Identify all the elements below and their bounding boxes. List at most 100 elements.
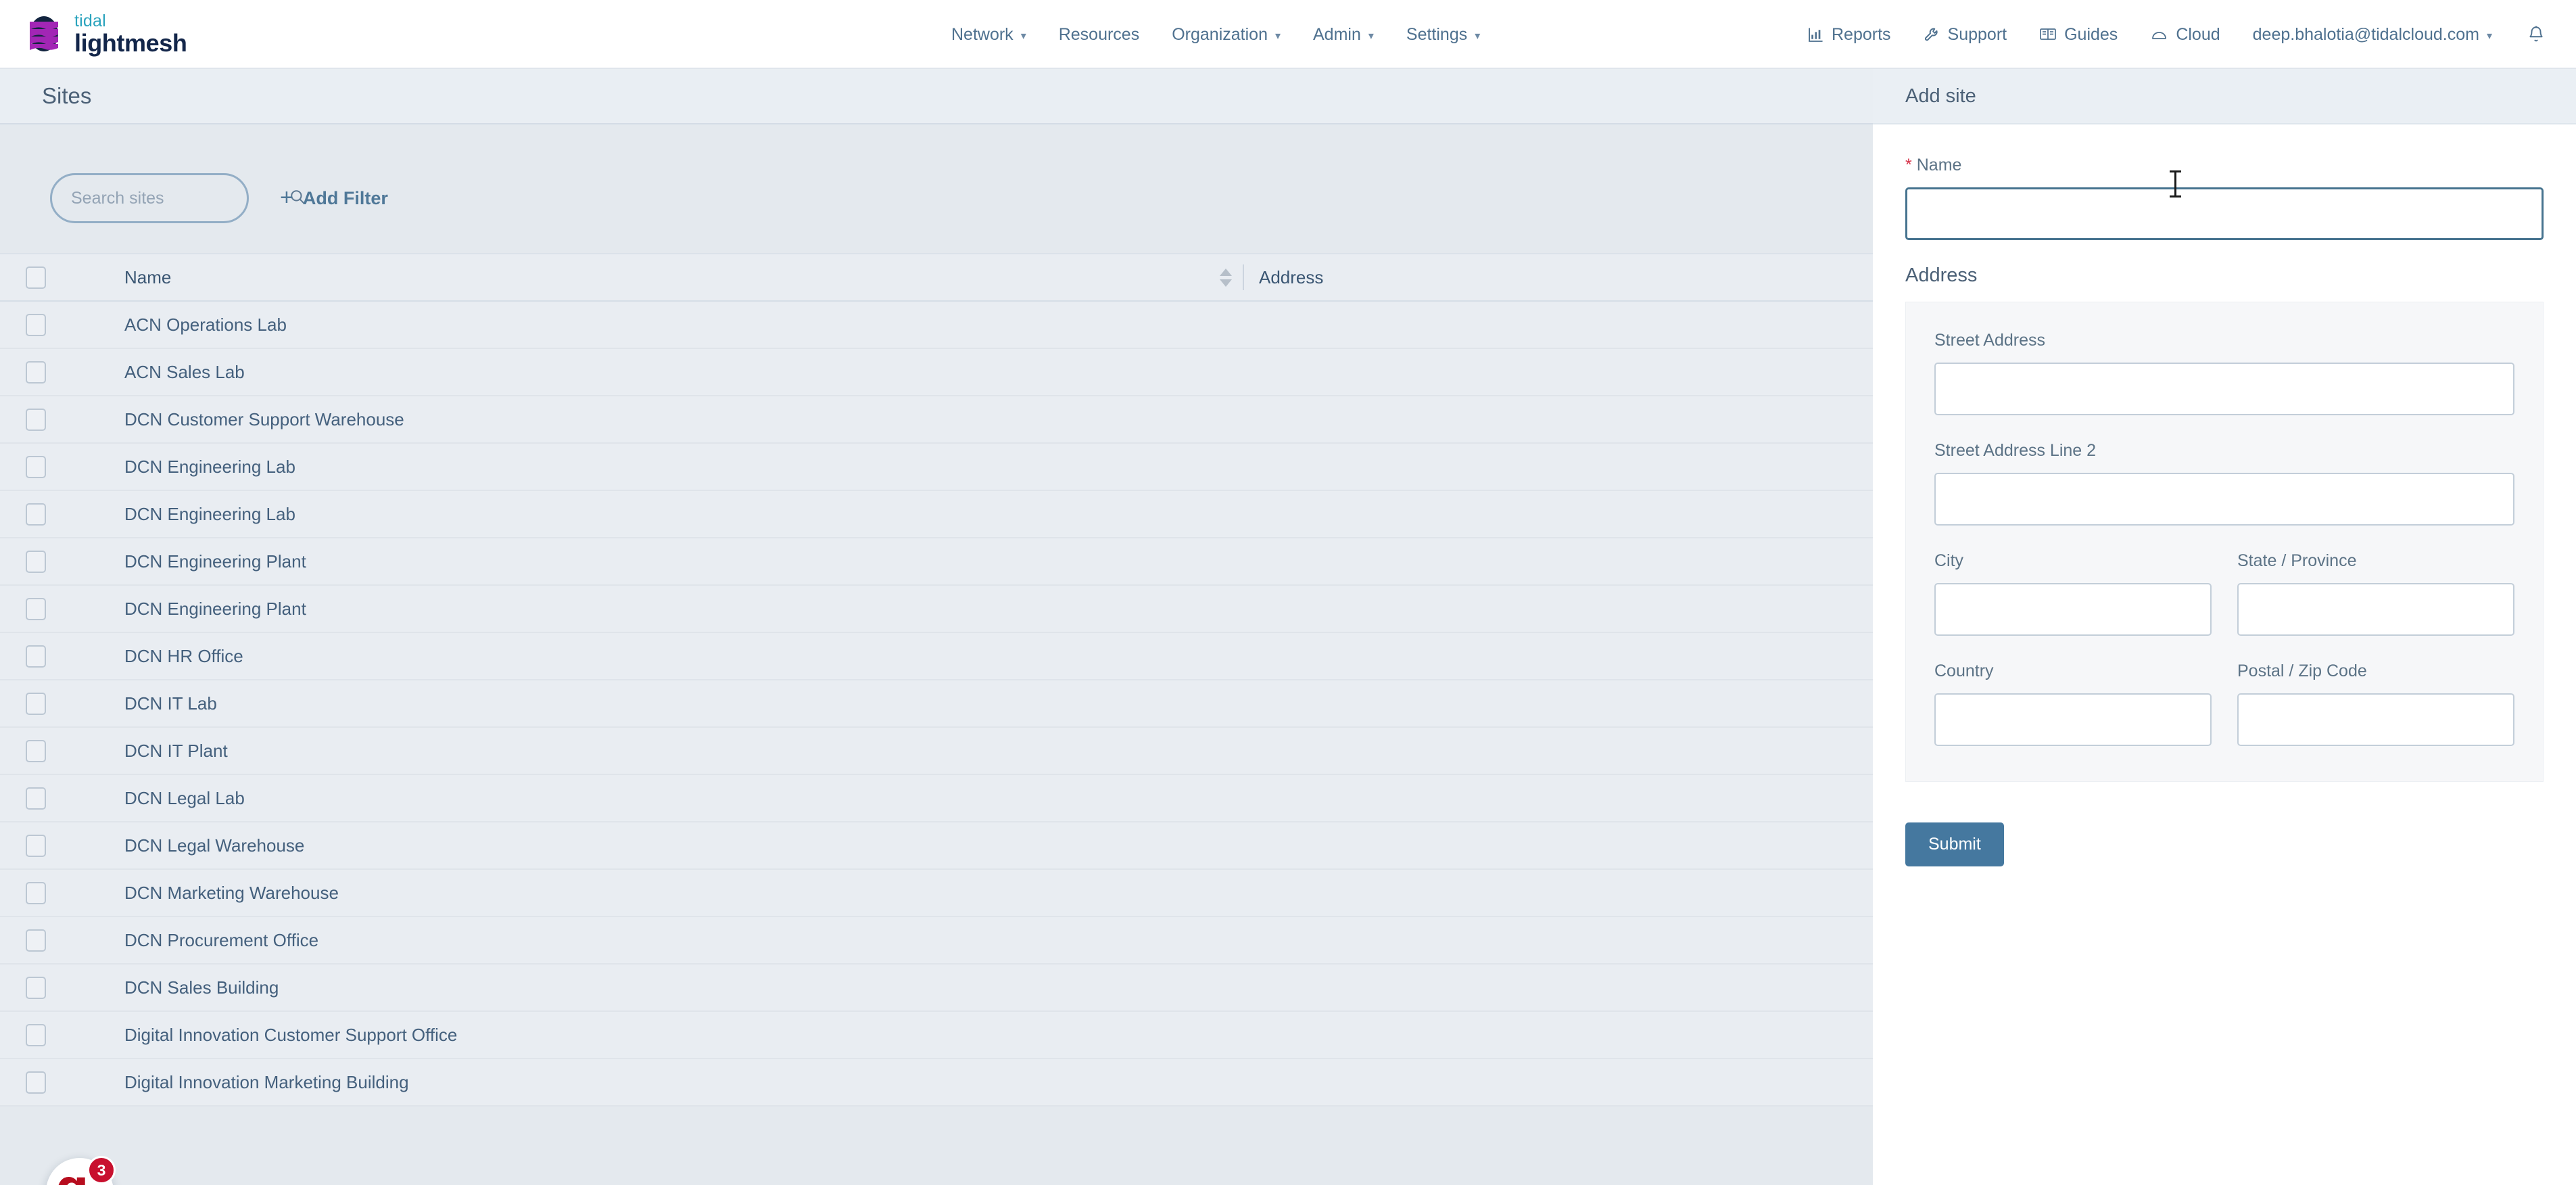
row-checkbox[interactable] [26, 739, 46, 762]
site-name-cell[interactable]: DCN Engineering Plant [72, 551, 1221, 572]
table-row[interactable]: DCN Procurement Office [0, 917, 1873, 965]
table-row[interactable]: ACN Operations Lab [0, 302, 1873, 349]
search-sites-box[interactable] [50, 173, 305, 223]
site-name-cell[interactable]: DCN Marketing Warehouse [72, 883, 1221, 904]
table-row[interactable]: DCN Legal Lab [0, 775, 1873, 822]
page-title-bar: Sites [0, 69, 1873, 124]
notifications-bell-icon [2527, 25, 2545, 44]
site-name-cell[interactable]: DCN Engineering Plant [72, 599, 1221, 620]
country-input[interactable] [1934, 693, 2212, 746]
state-province-label: State / Province [2237, 551, 2357, 570]
site-name-cell[interactable]: DCN Engineering Lab [72, 504, 1221, 525]
row-checkbox[interactable] [26, 455, 46, 478]
address-sort-control[interactable]: Address [1220, 264, 1323, 290]
table-row[interactable]: Digital Innovation Customer Support Offi… [0, 1012, 1873, 1059]
name-label-text: Name [1916, 156, 1962, 175]
widget-unread-count-badge: 3 [87, 1156, 116, 1184]
chevron-down-icon: ▾ [1368, 30, 1374, 42]
row-select-cell [0, 550, 72, 573]
table-row[interactable]: Digital Innovation Marketing Building [0, 1059, 1873, 1107]
column-header-address[interactable]: Address [1259, 267, 1323, 288]
notifications-button[interactable] [2508, 0, 2558, 69]
nav-item-support[interactable]: Support [1907, 0, 2024, 69]
row-select-cell [0, 313, 72, 336]
row-checkbox[interactable] [26, 503, 46, 526]
row-checkbox[interactable] [26, 550, 46, 573]
row-checkbox[interactable] [26, 787, 46, 810]
table-row[interactable]: DCN Engineering Lab [0, 444, 1873, 491]
name-input[interactable] [1905, 187, 2544, 240]
site-name-cell[interactable]: DCN Engineering Lab [72, 457, 1221, 478]
table-row[interactable]: DCN Marketing Warehouse [0, 870, 1873, 917]
chevron-down-icon: ▾ [1475, 30, 1481, 42]
postal-code-input[interactable] [2237, 693, 2514, 746]
nav-item-resources[interactable]: Resources [1043, 0, 1156, 69]
sort-arrows-icon[interactable] [1220, 268, 1232, 287]
add-filter-button[interactable]: + Add Filter [280, 186, 388, 209]
table-row[interactable]: DCN Engineering Plant [0, 538, 1873, 586]
column-header-name[interactable]: Name [72, 267, 1221, 288]
state-province-input[interactable] [2237, 583, 2514, 636]
submit-button[interactable]: Submit [1905, 822, 2004, 866]
help-widget-button[interactable]: g. 3 [46, 1156, 116, 1185]
site-name-cell[interactable]: DCN IT Plant [72, 741, 1221, 762]
row-checkbox[interactable] [26, 408, 46, 431]
panel-header: Add site [1873, 69, 2576, 124]
row-select-cell [0, 787, 72, 810]
nav-item-reports[interactable]: Reports [1791, 0, 1907, 69]
brand-name-top: tidal [74, 11, 106, 30]
site-name-cell[interactable]: DCN Customer Support Warehouse [72, 409, 1221, 430]
site-name-cell[interactable]: ACN Sales Lab [72, 362, 1221, 383]
site-name-cell[interactable]: Digital Innovation Customer Support Offi… [72, 1025, 1221, 1046]
site-name-cell[interactable]: DCN HR Office [72, 646, 1221, 667]
street-address-group: Street Address [1934, 331, 2514, 415]
lightmesh-logo-icon [24, 15, 64, 53]
table-row[interactable]: DCN Engineering Plant [0, 586, 1873, 633]
site-name-cell[interactable]: Digital Innovation Marketing Building [72, 1072, 1221, 1093]
nav-item-guides[interactable]: Guides [2023, 0, 2134, 69]
required-asterisk-icon: * [1905, 156, 1912, 175]
row-checkbox[interactable] [26, 1023, 46, 1046]
nav-item-admin[interactable]: Admin ▾ [1297, 0, 1390, 69]
table-row[interactable]: ACN Sales Lab [0, 349, 1873, 396]
book-icon [2039, 26, 2057, 43]
nav-item-cloud[interactable]: Cloud [2134, 0, 2236, 69]
row-checkbox[interactable] [26, 929, 46, 952]
table-row[interactable]: DCN Engineering Lab [0, 491, 1873, 538]
row-checkbox[interactable] [26, 834, 46, 857]
site-name-cell[interactable]: DCN Legal Lab [72, 788, 1221, 809]
site-name-cell[interactable]: ACN Operations Lab [72, 315, 1221, 335]
site-name-cell[interactable]: DCN Sales Building [72, 977, 1221, 998]
bar-chart-icon [1807, 26, 1824, 43]
table-row[interactable]: DCN Customer Support Warehouse [0, 396, 1873, 444]
table-row[interactable]: DCN HR Office [0, 633, 1873, 680]
row-checkbox[interactable] [26, 976, 46, 999]
row-checkbox[interactable] [26, 313, 46, 336]
row-checkbox[interactable] [26, 645, 46, 668]
row-checkbox[interactable] [26, 361, 46, 384]
street-address-input[interactable] [1934, 363, 2514, 415]
site-name-cell[interactable]: DCN Procurement Office [72, 930, 1221, 951]
street-address-2-label: Street Address Line 2 [1934, 441, 2097, 460]
search-input[interactable] [71, 188, 289, 208]
nav-item-settings[interactable]: Settings ▾ [1390, 0, 1496, 69]
user-account-menu[interactable]: deep.bhalotia@tidalcloud.com ▾ [2237, 0, 2508, 69]
row-select-cell [0, 929, 72, 952]
city-input[interactable] [1934, 583, 2212, 636]
nav-item-network[interactable]: Network ▾ [935, 0, 1043, 69]
nav-item-organization[interactable]: Organization ▾ [1155, 0, 1297, 69]
table-row[interactable]: DCN Sales Building [0, 965, 1873, 1012]
street-address-2-input[interactable] [1934, 473, 2514, 526]
table-row[interactable]: DCN Legal Warehouse [0, 822, 1873, 870]
site-name-cell[interactable]: DCN Legal Warehouse [72, 835, 1221, 856]
row-checkbox[interactable] [26, 881, 46, 904]
table-row[interactable]: DCN IT Plant [0, 728, 1873, 775]
nav-label: Support [1947, 24, 2007, 44]
site-name-cell[interactable]: DCN IT Lab [72, 693, 1221, 714]
row-checkbox[interactable] [26, 597, 46, 620]
row-checkbox[interactable] [26, 1071, 46, 1094]
table-row[interactable]: DCN IT Lab [0, 680, 1873, 728]
row-checkbox[interactable] [26, 692, 46, 715]
brand-logo[interactable]: tidal lightmesh [24, 11, 187, 55]
select-all-checkbox[interactable] [26, 266, 46, 289]
